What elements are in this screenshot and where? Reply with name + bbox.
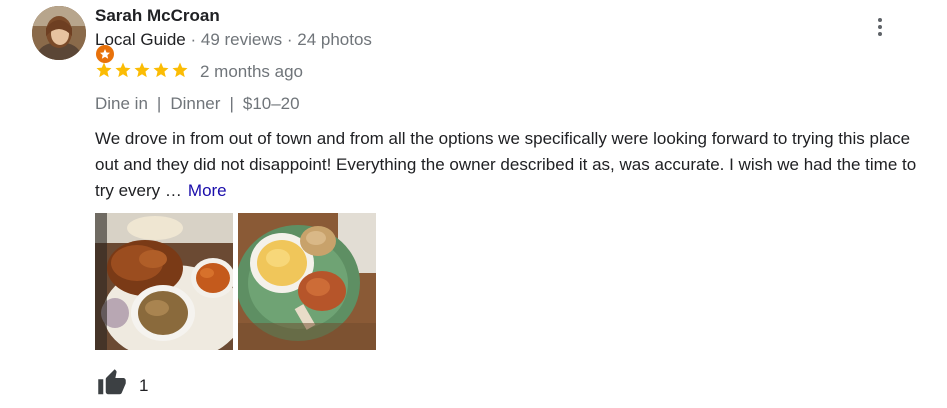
meta-separator: ·	[190, 30, 201, 49]
attribute-dine-in: Dine in	[95, 94, 148, 113]
like-count: 1	[139, 376, 149, 395]
star-icon	[115, 62, 131, 78]
reviewer-avatar[interactable]	[32, 6, 116, 65]
review-count: 49 reviews	[200, 30, 283, 49]
review-text: We drove in from out of town and from al…	[95, 126, 925, 204]
like-button[interactable]: 1	[95, 368, 148, 398]
more-vert-icon[interactable]	[868, 12, 892, 42]
attribute-price: $10–20	[242, 94, 300, 113]
fried-chicken-plate-photo[interactable]	[95, 213, 233, 350]
thumbs-up-icon	[98, 369, 126, 395]
photo-count: 24 photos	[297, 30, 372, 49]
attribute-separator: |	[156, 94, 162, 113]
star-rating	[95, 61, 189, 79]
reviewer-meta: Local Guide · 49 reviews · 24 photos	[95, 30, 372, 50]
mac-and-cheese-plate-photo[interactable]	[238, 213, 376, 350]
attribute-meal: Dinner	[170, 94, 221, 113]
star-icon	[134, 62, 150, 78]
review-attributes: Dine in | Dinner | $10–20	[95, 94, 300, 114]
review-time: 2 months ago	[200, 62, 304, 81]
star-icon	[172, 62, 188, 78]
reviewer-name[interactable]: Sarah McCroan	[95, 6, 220, 26]
more-link[interactable]: More	[188, 181, 227, 200]
star-icon	[96, 62, 112, 78]
local-guide-label: Local Guide	[95, 30, 186, 49]
meta-separator: ·	[286, 30, 298, 49]
attribute-separator: |	[229, 94, 234, 113]
star-icon	[153, 62, 169, 78]
